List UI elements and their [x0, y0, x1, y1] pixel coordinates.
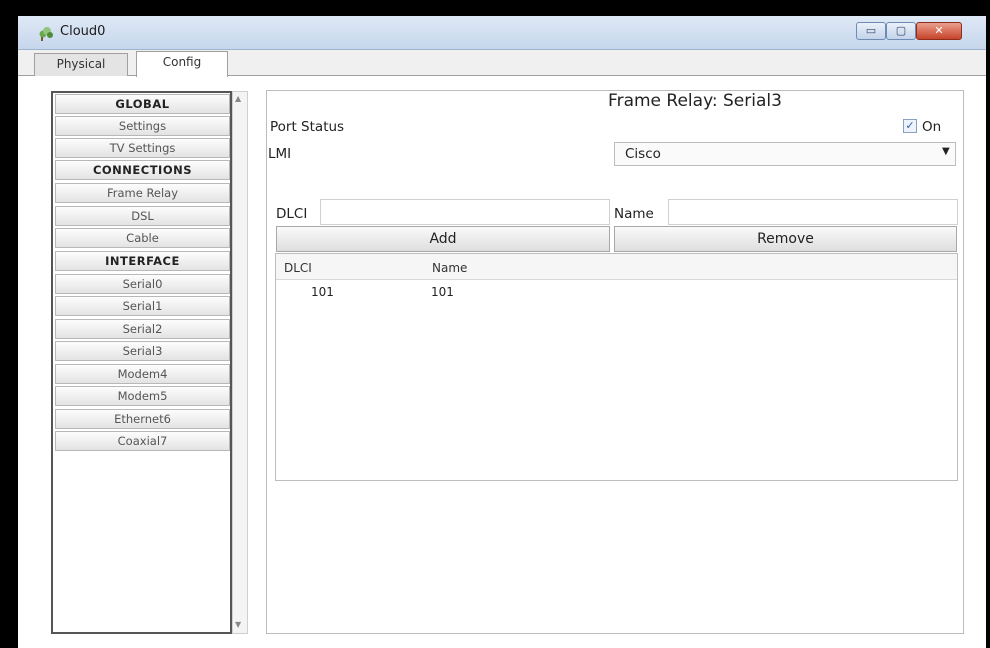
lmi-label: LMI [268, 146, 292, 162]
dlci-label: DLCI [276, 206, 308, 222]
maximize-button[interactable]: ▢ [886, 22, 916, 40]
port-on-label: On [922, 119, 942, 135]
scroll-down-icon[interactable]: ▼ [235, 620, 241, 629]
close-button[interactable]: ✕ [916, 22, 962, 40]
nav-item-ethernet6[interactable]: Ethernet6 [55, 409, 230, 429]
nav-item-coaxial7[interactable]: Coaxial7 [55, 431, 230, 451]
nav-item-serial3[interactable]: Serial3 [55, 341, 230, 361]
column-header-dlci: DLCI [284, 261, 312, 275]
remove-button[interactable]: Remove [614, 226, 957, 252]
nav-header-interface: INTERFACE [55, 251, 230, 271]
lmi-value: Cisco [625, 146, 661, 162]
nav-scrollbar[interactable]: ▲ ▼ [232, 91, 248, 634]
column-header-name: Name [432, 261, 468, 275]
nav-header-global: GLOBAL [55, 94, 230, 114]
table-header [276, 254, 957, 280]
table-cell-name: 101 [431, 285, 454, 299]
dlci-input[interactable] [320, 199, 610, 225]
nav-item-serial2[interactable]: Serial2 [55, 319, 230, 339]
nav-item-frame-relay[interactable]: Frame Relay [55, 183, 230, 203]
nav-item-cable[interactable]: Cable [55, 228, 230, 248]
nav-header-connections: CONNECTIONS [55, 160, 230, 180]
nav-item-modem4[interactable]: Modem4 [55, 364, 230, 384]
nav-item-settings[interactable]: Settings [55, 116, 230, 136]
scroll-up-icon[interactable]: ▲ [235, 94, 241, 103]
chevron-down-icon[interactable]: ▼ [942, 146, 950, 157]
name-label: Name [614, 206, 654, 222]
checkmark-icon: ✓ [905, 119, 915, 132]
table-row[interactable]: 101 101 [277, 282, 956, 302]
port-on-checkbox[interactable]: ✓ [903, 119, 917, 133]
table-cell-dlci: 101 [311, 285, 334, 299]
tab-physical[interactable]: Physical [34, 53, 128, 76]
nav-item-modem5[interactable]: Modem5 [55, 386, 230, 406]
port-status-label: Port Status [270, 119, 345, 135]
cloud-icon [38, 25, 54, 41]
name-input[interactable] [668, 199, 958, 225]
panel-title: Frame Relay: Serial3 [608, 91, 782, 111]
add-button[interactable]: Add [276, 226, 610, 252]
tab-config[interactable]: Config [136, 51, 228, 77]
nav-item-tv-settings[interactable]: TV Settings [55, 138, 230, 158]
nav-item-dsl[interactable]: DSL [55, 206, 230, 226]
window-title: Cloud0 [60, 24, 106, 39]
minimize-button[interactable]: ▭ [856, 22, 886, 40]
lmi-select[interactable]: Cisco [614, 142, 956, 166]
title-bar[interactable] [18, 16, 986, 50]
nav-item-serial0[interactable]: Serial0 [55, 274, 230, 294]
nav-item-serial1[interactable]: Serial1 [55, 296, 230, 316]
